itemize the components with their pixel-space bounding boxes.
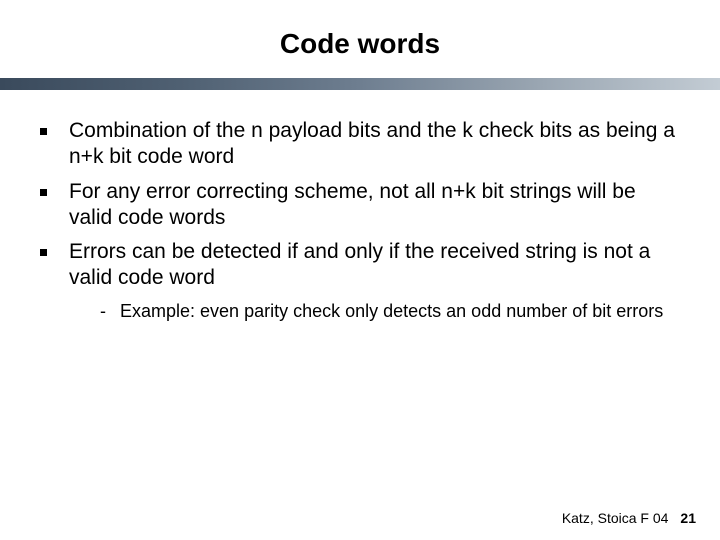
page-number: 21 (680, 510, 696, 526)
slide: Code words Combination of the n payload … (0, 0, 720, 540)
bullet-text: For any error correcting scheme, not all… (69, 179, 680, 232)
bullet-item: Combination of the n payload bits and th… (40, 118, 680, 171)
divider-bar (0, 78, 720, 90)
sub-bullet-item: - Example: even parity check only detect… (100, 300, 680, 323)
bullet-item: For any error correcting scheme, not all… (40, 179, 680, 232)
bullet-item: Errors can be detected if and only if th… (40, 239, 680, 292)
slide-title: Code words (0, 0, 720, 78)
dash-bullet-icon: - (100, 300, 106, 323)
footer-credit: Katz, Stoica F 04 (562, 510, 669, 526)
sub-bullet-list: - Example: even parity check only detect… (100, 300, 680, 323)
square-bullet-icon (40, 189, 47, 196)
bullet-list: Combination of the n payload bits and th… (40, 118, 680, 292)
sub-bullet-text: Example: even parity check only detects … (120, 300, 680, 323)
square-bullet-icon (40, 249, 47, 256)
content-area: Combination of the n payload bits and th… (0, 90, 720, 323)
square-bullet-icon (40, 128, 47, 135)
bullet-text: Errors can be detected if and only if th… (69, 239, 680, 292)
footer: Katz, Stoica F 04 21 (562, 510, 696, 526)
bullet-text: Combination of the n payload bits and th… (69, 118, 680, 171)
